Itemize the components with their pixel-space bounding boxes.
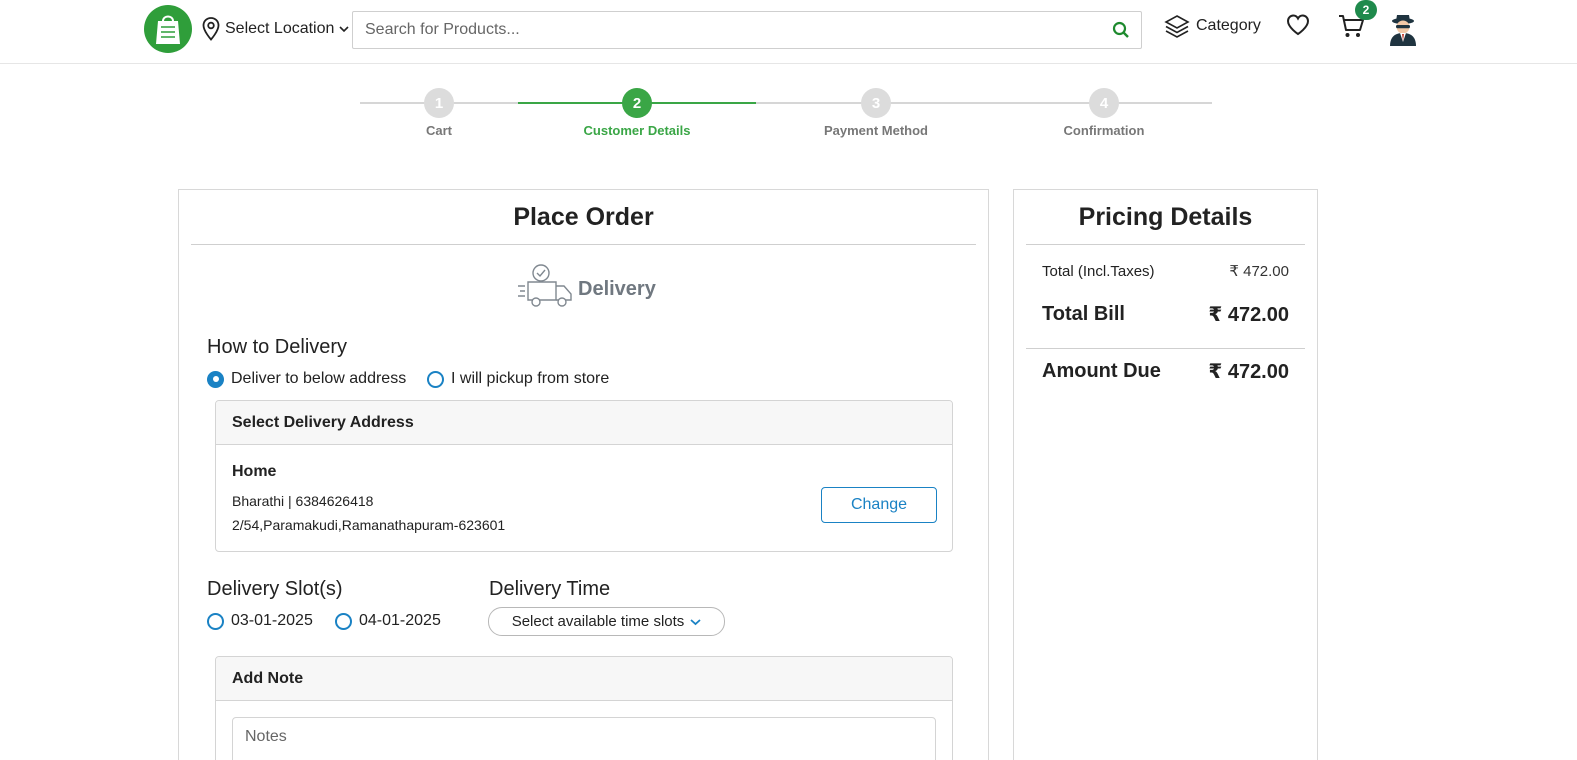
top-header: Select Location Category <box>0 0 1577 64</box>
total-bill-row: Total Bill ₹ 472.00 <box>1042 302 1289 327</box>
category-menu[interactable]: Category <box>1164 12 1261 40</box>
radio-button-checked[interactable] <box>207 370 224 388</box>
chevron-down-icon <box>339 26 349 33</box>
delivery-slots-heading: Delivery Slot(s) <box>207 578 343 600</box>
time-slot-select[interactable]: Select available time slots <box>488 607 725 636</box>
card-title: Select Delivery Address <box>216 401 952 445</box>
chevron-down-icon <box>690 618 701 625</box>
delivery-address-card: Select Delivery Address Home Bharathi | … <box>215 400 953 552</box>
add-note-card: Add Note <box>215 656 953 760</box>
delivery-time-heading: Delivery Time <box>489 578 611 600</box>
heart-icon <box>1286 14 1310 36</box>
step-cart[interactable]: 1 Cart <box>359 88 519 138</box>
card-title: Add Note <box>216 657 952 701</box>
pricing-title: Pricing Details <box>1078 202 1253 231</box>
option-deliver-to-address[interactable]: Deliver to below address <box>207 370 406 388</box>
layers-icon <box>1164 15 1190 38</box>
wishlist-button[interactable] <box>1285 12 1311 43</box>
step-number: 1 <box>424 88 454 118</box>
place-order-panel: Place Order Delivery How to Delivery Del… <box>178 189 989 760</box>
total-label: Total (Incl.Taxes) <box>1042 262 1155 280</box>
step-label: Cart <box>425 123 452 138</box>
how-to-delivery-heading: How to Delivery <box>207 336 348 358</box>
map-pin-icon <box>202 17 220 41</box>
address-name: Home <box>232 463 277 480</box>
checkout-stepper: 1 Cart 2 Customer Details 3 Payment Meth… <box>360 88 1212 148</box>
option-label: I will pickup from store <box>451 370 610 387</box>
notes-textarea[interactable] <box>232 717 936 760</box>
search-input[interactable] <box>353 12 1101 48</box>
option-pickup-from-store[interactable]: I will pickup from store <box>427 370 609 388</box>
search-bar <box>352 11 1142 49</box>
delivery-mode-label: Delivery <box>578 277 656 300</box>
step-label: Confirmation <box>1063 123 1145 138</box>
divider <box>1026 244 1305 245</box>
step-customer-details[interactable]: 2 Customer Details <box>557 88 717 138</box>
total-bill-value: ₹ 472.00 <box>1208 304 1289 326</box>
step-number: 2 <box>622 88 652 118</box>
slot-option-1[interactable]: 03-01-2025 <box>207 612 313 630</box>
radio-button[interactable] <box>207 612 224 630</box>
slot-option-2[interactable]: 04-01-2025 <box>335 612 441 630</box>
spy-avatar-icon <box>1390 15 1416 46</box>
step-label: Payment Method <box>823 123 928 138</box>
search-icon <box>1112 21 1129 38</box>
divider <box>1026 348 1305 349</box>
amount-due-row: Amount Due ₹ 472.00 <box>1042 359 1289 384</box>
step-payment-method[interactable]: 3 Payment Method <box>796 88 956 138</box>
delivery-truck-icon <box>518 264 572 307</box>
radio-button[interactable] <box>427 370 444 388</box>
delivery-mode-indicator: Delivery <box>516 264 656 308</box>
time-slot-select-value: Select available time slots <box>511 613 685 630</box>
radio-button[interactable] <box>335 612 352 630</box>
panel-title: Place Order <box>513 202 654 231</box>
address-contact: Bharathi | 6384626418 <box>232 493 374 509</box>
amount-due-value: ₹ 472.00 <box>1208 361 1289 383</box>
step-confirmation[interactable]: 4 Confirmation <box>1024 88 1184 138</box>
address-line: 2/54,Paramakudi,Ramanathapuram-623601 <box>232 517 506 533</box>
total-row: Total (Incl.Taxes) ₹ 472.00 <box>1042 262 1289 281</box>
step-label: Customer Details <box>583 123 691 138</box>
total-bill-label: Total Bill <box>1042 303 1125 325</box>
shopping-bag-logo-icon <box>156 15 180 44</box>
option-label: Deliver to below address <box>231 370 407 387</box>
total-value: ₹ 472.00 <box>1229 263 1289 280</box>
cart-count-badge: 2 <box>1355 0 1377 20</box>
slot-label: 04-01-2025 <box>359 612 441 629</box>
brand-logo[interactable] <box>144 5 192 53</box>
category-label: Category <box>1196 17 1261 34</box>
amount-due-label: Amount Due <box>1042 360 1161 382</box>
step-number: 4 <box>1089 88 1119 118</box>
divider <box>191 244 976 245</box>
location-selector[interactable]: Select Location <box>202 16 349 42</box>
step-number: 3 <box>861 88 891 118</box>
location-label: Select Location <box>225 20 335 37</box>
user-avatar[interactable] <box>1387 12 1419 46</box>
pricing-details-panel: Pricing Details Total (Incl.Taxes) ₹ 472… <box>1013 189 1318 760</box>
slot-label: 03-01-2025 <box>231 612 313 629</box>
search-button[interactable] <box>1101 12 1141 48</box>
change-address-button[interactable]: Change <box>821 487 937 523</box>
